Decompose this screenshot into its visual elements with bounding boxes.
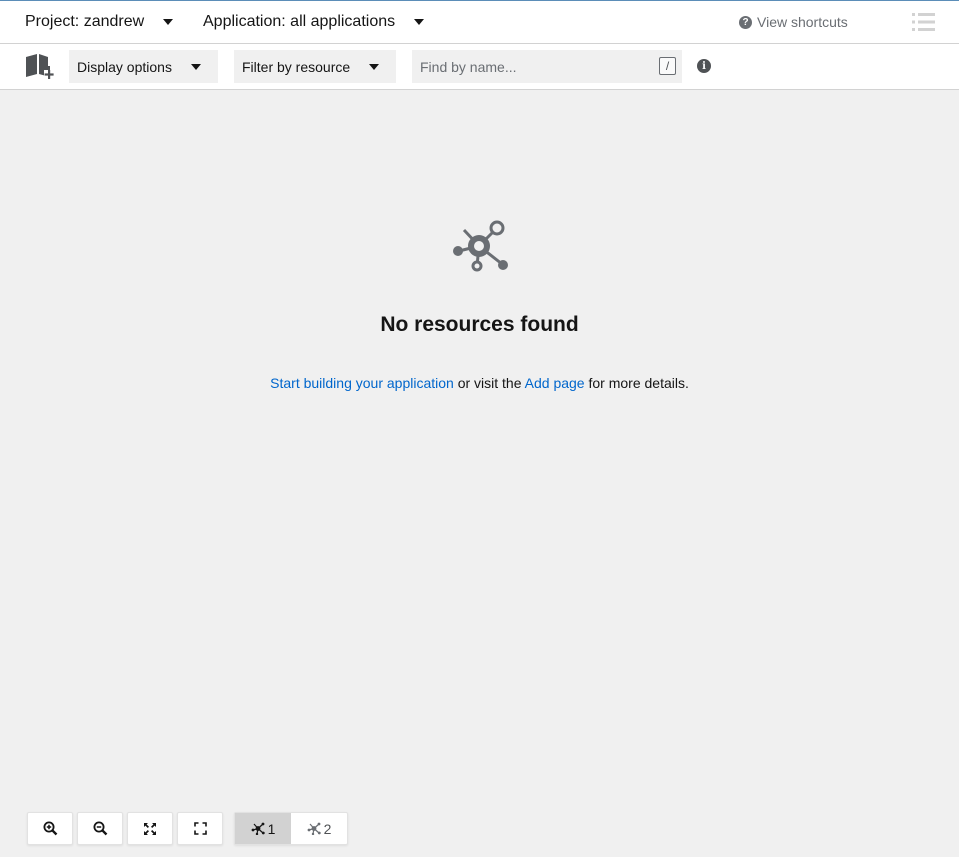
zoom-in-button[interactable] — [27, 812, 73, 845]
filter-by-resource-dropdown[interactable]: Filter by resource — [234, 50, 396, 83]
question-circle-icon: ? — [739, 15, 752, 29]
info-circle-icon[interactable]: i — [697, 59, 711, 73]
view-shortcuts-button[interactable]: ? View shortcuts — [739, 13, 848, 31]
keyboard-shortcut-hint: / — [659, 57, 676, 75]
filter-by-resource-label: Filter by resource — [242, 58, 351, 75]
layout-2-label: 2 — [323, 820, 332, 837]
caret-down-icon — [191, 64, 201, 70]
layout-1-label: 1 — [267, 820, 276, 837]
layout-toggle-group: 1 2 — [234, 812, 348, 845]
find-by-name-search: / — [412, 50, 682, 83]
caret-down-icon — [369, 64, 379, 70]
reset-view-button[interactable] — [177, 812, 223, 845]
empty-state-text-middle: or visit the — [457, 375, 522, 391]
layout-1-button[interactable]: 1 — [235, 813, 291, 844]
reset-view-icon — [193, 822, 207, 835]
application-dropdown-label: Application: all applications — [203, 13, 396, 30]
list-view-icon[interactable] — [912, 12, 935, 32]
display-options-dropdown[interactable]: Display options — [69, 50, 218, 83]
topology-layout-icon — [307, 822, 321, 835]
fit-to-screen-icon — [144, 822, 156, 835]
add-page-link[interactable]: Add page — [525, 375, 585, 391]
project-dropdown[interactable]: Project: zandrew — [25, 11, 174, 33]
topology-icon — [453, 220, 508, 272]
empty-state-text-end: for more details. — [588, 375, 689, 391]
zoom-out-icon — [93, 821, 107, 836]
project-dropdown-label: Project: zandrew — [25, 13, 145, 30]
add-to-project-icon[interactable] — [24, 52, 54, 80]
search-input[interactable] — [412, 50, 652, 83]
caret-down-icon — [163, 19, 174, 25]
zoom-out-button[interactable] — [77, 812, 123, 845]
start-building-link[interactable]: Start building your application — [270, 375, 454, 391]
empty-state-title: No resources found — [380, 313, 579, 336]
layout-2-button[interactable]: 2 — [291, 813, 347, 844]
fit-to-screen-button[interactable] — [127, 812, 173, 845]
topology-layout-icon — [251, 822, 265, 835]
application-dropdown[interactable]: Application: all applications — [203, 11, 425, 33]
empty-state-body: Start building your application or visit… — [0, 375, 959, 391]
caret-down-icon — [414, 19, 425, 25]
view-shortcuts-label: View shortcuts — [757, 14, 848, 30]
display-options-label: Display options — [77, 58, 172, 75]
zoom-in-icon — [43, 821, 57, 836]
